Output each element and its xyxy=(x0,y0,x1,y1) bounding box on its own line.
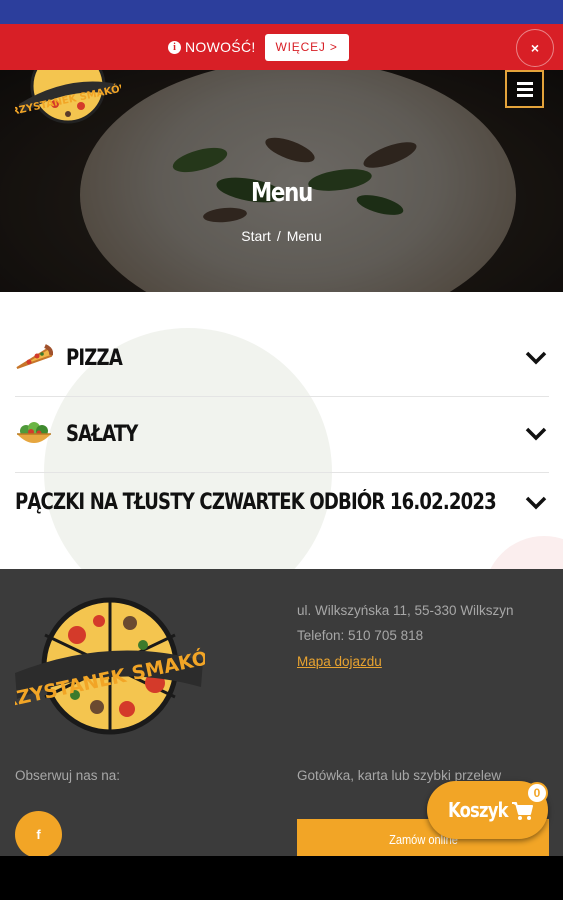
hamburger-icon xyxy=(516,81,533,85)
shopping-cart-icon xyxy=(512,802,533,820)
more-button[interactable]: WIĘCEJ > xyxy=(264,33,349,61)
divider xyxy=(15,396,549,397)
map-link[interactable]: Mapa dojazdu xyxy=(297,654,382,669)
chevron-down-icon[interactable] xyxy=(525,496,547,510)
footer-logo[interactable]: PRZYSTANEK SMAKÓW xyxy=(15,595,205,737)
promo-label: NOWOŚĆ! xyxy=(185,39,256,55)
follow-label: Obserwuj nas na: xyxy=(15,768,121,783)
hero-banner: PRZYSTANEK SMAKÓW Menu Start / Menu xyxy=(0,70,563,292)
breadcrumb: Start / Menu xyxy=(0,228,563,244)
breadcrumb-home-link[interactable]: Start xyxy=(241,228,271,244)
page-title: Menu xyxy=(250,178,313,208)
breadcrumb-current: Menu xyxy=(286,228,322,244)
cart-count-badge: 0 xyxy=(526,782,548,804)
chevron-down-icon[interactable] xyxy=(525,351,547,365)
category-label: SAŁATY xyxy=(66,421,138,447)
info-icon: i xyxy=(168,40,181,54)
menu-categories: PIZZA SAŁATY PĄCZKI NA TŁUSTY CZWARTEK O… xyxy=(0,292,563,569)
brand-logo[interactable]: PRZYSTANEK SMAKÓW xyxy=(15,70,121,126)
promo-banner: i NOWOŚĆ! WIĘCEJ > × xyxy=(0,24,563,70)
promo-content: i NOWOŚĆ! WIĘCEJ > xyxy=(168,33,349,61)
category-label: PĄCZKI NA TŁUSTY CZWARTEK ODBIÓR 16.02.2… xyxy=(15,490,497,515)
divider xyxy=(15,472,549,473)
salad-bowl-icon xyxy=(17,422,51,443)
chevron-down-icon[interactable] xyxy=(525,427,547,441)
pizza-slice-icon xyxy=(16,344,53,369)
background-decoration xyxy=(484,536,563,569)
status-bar xyxy=(0,0,563,24)
hamburger-menu-button[interactable] xyxy=(505,70,544,108)
system-nav-bar xyxy=(0,856,563,900)
category-label: PIZZA xyxy=(66,345,123,371)
category-salads[interactable]: SAŁATY xyxy=(15,418,549,450)
category-paczki[interactable]: PĄCZKI NA TŁUSTY CZWARTEK ODBIÓR 16.02.2… xyxy=(15,490,549,515)
facebook-icon[interactable]: f xyxy=(15,811,62,858)
breadcrumb-separator: / xyxy=(276,228,281,244)
cart-label: Koszyk xyxy=(448,798,508,822)
address-text: ul. Wilkszyńska 11, 55-330 Wilkszyn xyxy=(297,603,514,618)
phone-text[interactable]: Telefon: 510 705 818 xyxy=(297,628,423,643)
close-icon[interactable]: × xyxy=(516,29,554,67)
category-pizza[interactable]: PIZZA xyxy=(15,342,549,374)
